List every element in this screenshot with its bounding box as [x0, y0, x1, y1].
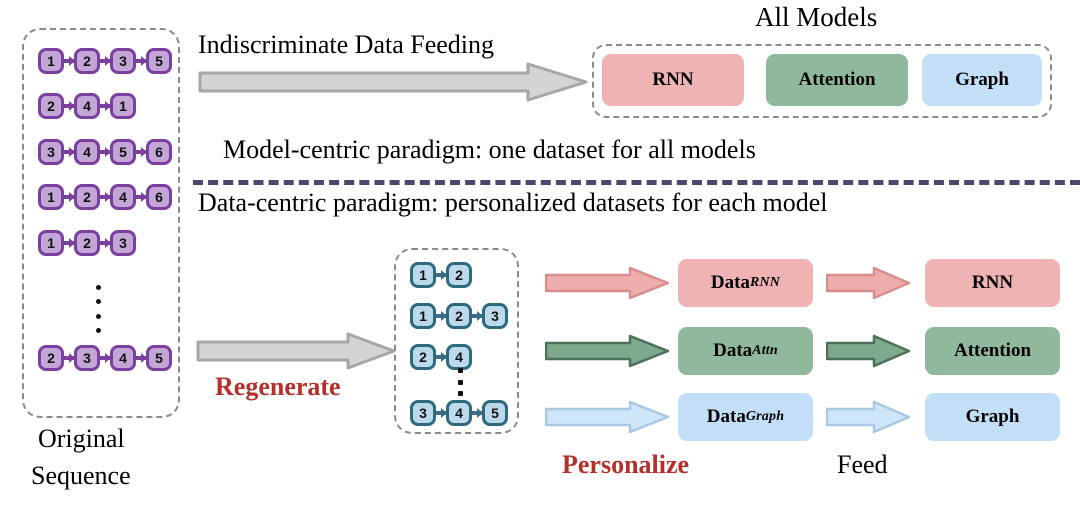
regenerate-label: Regenerate	[215, 372, 341, 401]
sequence-link-arrow-icon	[136, 356, 146, 360]
sequence-link-arrow-icon	[64, 150, 74, 154]
original-sequence-ellipsis	[95, 285, 101, 333]
sequence-node: 1	[38, 184, 64, 210]
sequence-row: 123	[38, 230, 136, 256]
sequence-link-arrow-icon	[64, 195, 74, 199]
sequence-link-arrow-icon	[472, 314, 482, 318]
sequence-node: 5	[146, 48, 172, 74]
sequence-node: 6	[146, 184, 172, 210]
sequence-node: 1	[38, 48, 64, 74]
all-models-box-graph[interactable]: Graph	[922, 54, 1042, 106]
feed-label: Feed	[837, 450, 888, 479]
sequence-node: 1	[410, 303, 436, 329]
sequence-node: 1	[410, 262, 436, 288]
all-models-box-attn[interactable]: Attention	[766, 54, 908, 106]
sequence-row: 24	[410, 344, 472, 370]
data-box-label: Data	[713, 340, 753, 361]
sequence-link-arrow-icon	[472, 411, 482, 415]
sequence-row: 241	[38, 93, 136, 119]
feed-arrow-rnn	[826, 266, 911, 300]
personalize-label: Personalize	[562, 450, 690, 479]
sequence-node: 5	[482, 400, 508, 426]
sequence-link-arrow-icon	[436, 411, 446, 415]
model-box-attn[interactable]: Attention	[925, 327, 1060, 375]
sequence-link-arrow-icon	[136, 195, 146, 199]
sequence-node: 2	[74, 48, 100, 74]
sequence-link-arrow-icon	[100, 195, 110, 199]
indiscriminate-arrow	[198, 62, 588, 102]
sequence-link-arrow-icon	[64, 356, 74, 360]
sequence-node: 4	[74, 139, 100, 165]
sequence-link-arrow-icon	[100, 150, 110, 154]
sequence-row: 1246	[38, 184, 172, 210]
sequence-node: 2	[410, 344, 436, 370]
all-models-title: All Models	[755, 2, 878, 32]
sequence-link-arrow-icon	[100, 241, 110, 245]
personalize-arrow-attn	[545, 334, 670, 368]
sequence-node: 2	[446, 262, 472, 288]
sequence-row: 12	[410, 262, 472, 288]
feed-arrow-graph	[826, 400, 911, 434]
model-centric-label: Model-centric paradigm: one dataset for …	[223, 135, 756, 164]
sequence-node: 2	[38, 345, 64, 371]
sequence-link-arrow-icon	[436, 273, 446, 277]
sequence-row: 3456	[38, 139, 172, 165]
sequence-node: 2	[74, 184, 100, 210]
original-sequence-caption-line1: Original	[38, 424, 125, 453]
sequence-node: 1	[110, 93, 136, 119]
sequence-node: 3	[74, 345, 100, 371]
sequence-row: 1235	[38, 48, 172, 74]
data-box-label: Data	[710, 272, 750, 293]
indiscriminate-label: Indiscriminate Data Feeding	[198, 30, 495, 59]
sequence-node: 3	[110, 48, 136, 74]
sequence-node: 3	[38, 139, 64, 165]
data-box-subscript: Attn	[752, 343, 778, 358]
data-box-label: Data	[706, 406, 746, 427]
sequence-node: 4	[110, 184, 136, 210]
feed-arrow-attn	[826, 334, 911, 368]
sequence-link-arrow-icon	[100, 356, 110, 360]
sequence-link-arrow-icon	[136, 150, 146, 154]
sequence-node: 4	[446, 400, 472, 426]
sequence-node: 2	[38, 93, 64, 119]
sequence-node: 3	[410, 400, 436, 426]
sequence-link-arrow-icon	[64, 104, 74, 108]
sequence-link-arrow-icon	[436, 314, 446, 318]
personalize-arrow-graph	[545, 400, 670, 434]
all-models-box-rnn[interactable]: RNN	[602, 54, 744, 106]
regenerate-arrow	[196, 332, 396, 370]
sequence-node: 4	[74, 93, 100, 119]
sequence-link-arrow-icon	[100, 104, 110, 108]
data-box-attn[interactable]: Data Attn	[678, 327, 813, 375]
sequence-link-arrow-icon	[436, 355, 446, 359]
sequence-node: 1	[38, 230, 64, 256]
sequence-node: 6	[146, 139, 172, 165]
sequence-node: 5	[146, 345, 172, 371]
sequence-link-arrow-icon	[100, 59, 110, 63]
sequence-node: 3	[110, 230, 136, 256]
sequence-row: 2345	[38, 345, 172, 371]
sequence-link-arrow-icon	[64, 59, 74, 63]
data-box-graph[interactable]: Data Graph	[678, 393, 813, 441]
data-box-subscript: Graph	[745, 409, 785, 424]
sequence-node: 2	[446, 303, 472, 329]
sequence-node: 3	[482, 303, 508, 329]
sequence-node: 4	[446, 344, 472, 370]
data-box-subscript: RNN	[749, 275, 781, 290]
sequence-link-arrow-icon	[64, 241, 74, 245]
data-centric-label: Data-centric paradigm: personalized data…	[198, 188, 828, 217]
personalize-arrow-rnn	[545, 266, 670, 300]
data-box-rnn[interactable]: Data RNN	[678, 259, 813, 307]
sequence-row: 345	[410, 400, 508, 426]
paradigm-divider	[193, 180, 1080, 185]
regenerated-sequence-ellipsis	[458, 368, 463, 396]
original-sequence-caption-line2: Sequence	[31, 461, 131, 490]
sequence-link-arrow-icon	[136, 59, 146, 63]
sequence-node: 2	[74, 230, 100, 256]
sequence-row: 123	[410, 303, 508, 329]
model-box-graph[interactable]: Graph	[925, 393, 1060, 441]
model-box-rnn[interactable]: RNN	[925, 259, 1060, 307]
sequence-node: 5	[110, 139, 136, 165]
sequence-node: 4	[110, 345, 136, 371]
